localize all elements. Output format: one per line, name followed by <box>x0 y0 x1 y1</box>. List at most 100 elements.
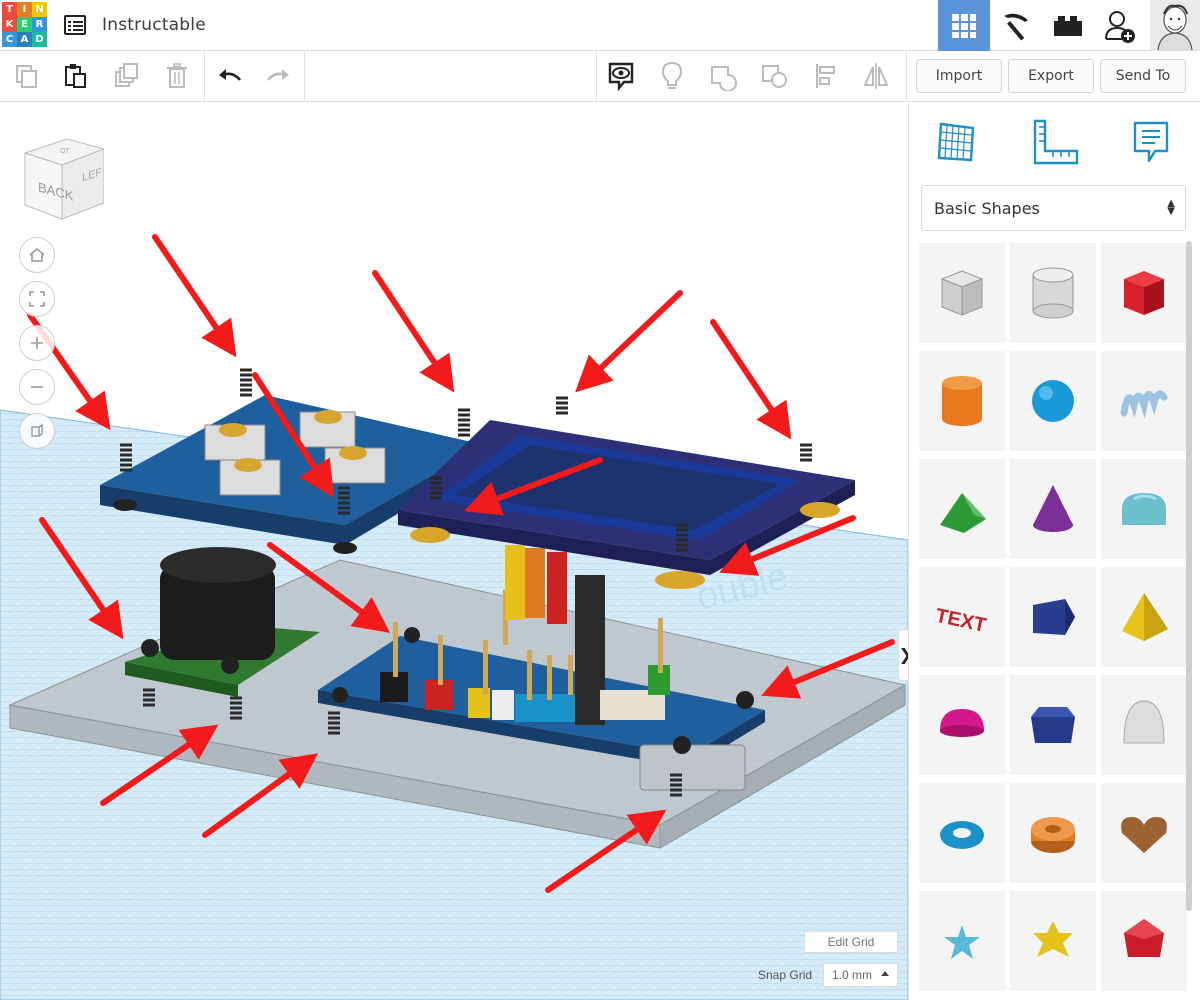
shape-tile-round-roof[interactable] <box>1101 459 1187 559</box>
zoom-in-button[interactable] <box>19 325 55 361</box>
shape-tile-star-six[interactable] <box>1010 891 1096 991</box>
group-button[interactable] <box>704 56 744 96</box>
shape-tile-sphere[interactable] <box>1010 351 1096 451</box>
shapes-scrollbar[interactable] <box>1186 241 1192 911</box>
shape-tile-paraboloid[interactable] <box>1101 675 1187 775</box>
fit-view-button[interactable] <box>19 281 55 317</box>
paste-icon <box>65 64 86 88</box>
shape-preview-icon <box>940 821 984 849</box>
shape-tile-wedge[interactable] <box>1010 567 1096 667</box>
shape-tile-polygon[interactable] <box>1010 675 1096 775</box>
logo-letter: I <box>17 2 32 17</box>
shape-preview-icon <box>940 493 986 533</box>
copy-icon <box>16 65 37 88</box>
add-user-icon <box>1105 10 1135 43</box>
shape-preview-icon <box>1122 493 1166 525</box>
workplane-viewport[interactable]: ouble BACK LEF OT Edit Grid Snap Grid 1.… <box>0 103 908 1000</box>
shapes-panel: Basic Shapes ▲ ▼ TEXT <box>908 103 1200 1000</box>
show-all-button[interactable] <box>601 56 641 96</box>
bricks-button[interactable] <box>1042 0 1094 51</box>
shape-preview-icon <box>1033 921 1073 957</box>
shape-tile-roof[interactable] <box>919 459 1005 559</box>
home-view-button[interactable] <box>19 237 55 273</box>
caret-up-icon <box>881 971 889 976</box>
import-button[interactable]: Import <box>916 59 1002 93</box>
design-title[interactable]: Instructable <box>102 15 206 35</box>
brick-icon <box>1054 15 1082 36</box>
shape-preview-icon <box>1121 817 1167 853</box>
logo-letter: D <box>32 32 47 47</box>
notes-tab[interactable] <box>1127 117 1175 167</box>
send-to-button[interactable]: Send To <box>1100 59 1186 93</box>
mirror-button[interactable] <box>856 56 896 96</box>
align-icon <box>816 64 835 88</box>
shape-preview-icon <box>1032 267 1074 319</box>
ungroup-icon <box>762 65 787 88</box>
ungroup-button[interactable] <box>755 56 795 96</box>
shape-preview-icon <box>1033 599 1075 635</box>
shape-tile-cone[interactable] <box>1010 459 1096 559</box>
ruler-tab[interactable] <box>1031 117 1079 167</box>
workplane-scene[interactable]: ouble <box>0 103 908 1000</box>
viewcube-top-label: OT <box>60 148 70 155</box>
ortho-view-button[interactable] <box>19 413 55 449</box>
undo-icon <box>219 69 242 81</box>
shape-tile-box[interactable] <box>1101 243 1187 343</box>
notes-button[interactable] <box>652 56 692 96</box>
shape-tile-icosahedron[interactable] <box>1101 891 1187 991</box>
collapse-panel-button[interactable]: ❯ <box>898 629 908 681</box>
shape-preview-icon <box>1122 593 1168 641</box>
grid-icon <box>952 13 976 38</box>
shape-preview-icon <box>1124 271 1164 315</box>
view-cube[interactable]: BACK LEF OT <box>22 133 104 223</box>
shape-tile-pyramid[interactable] <box>1101 567 1187 667</box>
codeblocks-button[interactable] <box>990 0 1042 51</box>
pickaxe-icon <box>1004 13 1028 40</box>
design-list-icon[interactable] <box>62 12 88 38</box>
workplane-tab[interactable] <box>933 117 981 167</box>
edit-grid-button[interactable]: Edit Grid <box>804 931 898 953</box>
editor-toolbar: Import Export Send To <box>0 51 1200 102</box>
shape-category-select[interactable]: Basic Shapes ▲ ▼ <box>921 185 1186 231</box>
perspective-icon <box>31 423 43 437</box>
shape-tile-box-hole[interactable] <box>919 243 1005 343</box>
add-user-button[interactable] <box>1094 0 1146 51</box>
redo-icon <box>266 69 289 81</box>
zoom-out-button[interactable] <box>19 369 55 405</box>
shape-tile-cylinder[interactable] <box>919 351 1005 451</box>
chevron-right-icon: ❯ <box>899 645 908 665</box>
logo-letter: T <box>2 2 17 17</box>
export-button[interactable]: Export <box>1008 59 1094 93</box>
delete-button[interactable] <box>157 56 197 96</box>
shape-preview-icon <box>942 376 982 426</box>
3d-design-button[interactable] <box>938 0 990 51</box>
paste-button[interactable] <box>55 56 95 96</box>
ruler-icon <box>1033 119 1079 165</box>
shape-preview-icon <box>944 925 980 959</box>
copy-button[interactable] <box>6 56 46 96</box>
duplicate-icon <box>115 63 138 87</box>
redo-button[interactable] <box>258 56 298 96</box>
shape-tile-half-sphere[interactable] <box>919 675 1005 775</box>
header-wires <box>505 545 567 624</box>
align-button[interactable] <box>806 56 846 96</box>
shape-tile-heart[interactable] <box>1101 783 1187 883</box>
mirror-icon <box>863 63 889 89</box>
shape-tile-tube[interactable] <box>1010 783 1096 883</box>
undo-button[interactable] <box>210 56 250 96</box>
shape-tile-star[interactable] <box>919 891 1005 991</box>
user-avatar[interactable] <box>1150 0 1200 50</box>
tinkercad-logo[interactable]: TINKERCAD <box>2 2 48 48</box>
logo-letter: R <box>32 17 47 32</box>
snap-grid-select[interactable]: 1.0 mm <box>823 963 898 987</box>
notes-icon <box>1133 121 1169 163</box>
shape-tile-text[interactable]: TEXT <box>919 567 1005 667</box>
shape-tile-cylinder-hole[interactable] <box>1010 243 1096 343</box>
shape-preview-icon <box>940 270 984 316</box>
shape-preview-icon <box>1120 390 1168 419</box>
group-icon <box>711 66 737 91</box>
duplicate-button[interactable] <box>106 56 146 96</box>
shape-tile-torus[interactable] <box>919 783 1005 883</box>
top-header: TINKERCAD Instructable <box>0 0 1200 51</box>
shape-tile-scribble[interactable] <box>1101 351 1187 451</box>
